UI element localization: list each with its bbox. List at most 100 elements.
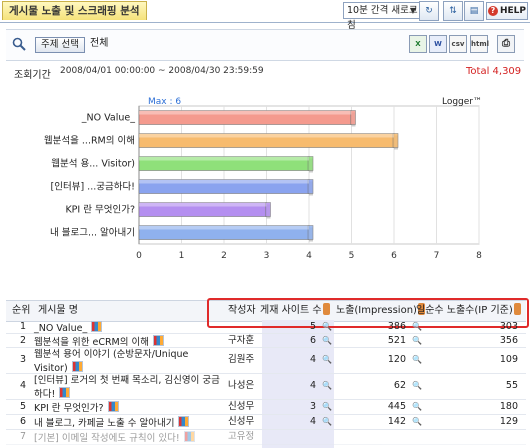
settings-grid-icon[interactable]: ▤ (464, 1, 484, 21)
rank-cell: 5 (20, 401, 27, 412)
refresh-interval-select[interactable]: 10분 간격 새로고침 ▼ (343, 2, 420, 31)
bar-highlight (139, 179, 309, 184)
post-cell[interactable]: 웹분석을 위한 eCRM의 이해 (34, 335, 224, 349)
post-cell[interactable]: 웹분석 용어 이야기 (순방문자/Unique Visitor) (34, 349, 224, 375)
subject-select-button[interactable]: 주제 선택 (35, 37, 85, 53)
daily-cell: 129 (499, 416, 518, 427)
x-tick-label: 4 (306, 251, 312, 261)
search-icon[interactable] (12, 37, 26, 51)
bar-highlight (139, 225, 309, 230)
post-title[interactable]: 내 블로그, 카페글 노출 수 알아내기 (34, 418, 174, 429)
magnifier-icon[interactable]: 🔍 (412, 401, 422, 413)
html-export-icon[interactable]: html (470, 35, 489, 53)
category-label: _NO Value_ (81, 113, 135, 124)
bar-chart-icon[interactable] (91, 321, 103, 332)
csv-export-icon[interactable]: csv (449, 35, 467, 53)
magnifier-icon[interactable]: 🔍 (322, 401, 332, 413)
help-label: HELP (499, 6, 526, 16)
rank-cell: 2 (20, 335, 27, 346)
table-row[interactable]: 5 KPI 란 무엇인가? 신성무 3 🔍 445 🔍 180 (6, 400, 526, 415)
daily-cell: 356 (499, 335, 518, 346)
rank-cell: 1 (20, 321, 27, 332)
sites-cell: 4 (309, 354, 316, 365)
bar-chart-icon[interactable] (183, 431, 195, 442)
refresh-icon[interactable]: ↻ (419, 1, 439, 21)
table-row[interactable]: 4 [인터뷰] 로거의 첫 번째 목소리, 김신영이 궁금하다! 나성은 4 🔍 62 🔍 5… (6, 374, 526, 400)
help-icon: ? (487, 6, 498, 16)
magnifier-icon[interactable]: 🔍 (322, 380, 332, 392)
impression-cell: 521 (387, 335, 406, 346)
excel-export-icon[interactable]: X (409, 35, 427, 53)
magnifier-icon[interactable]: 🔍 (322, 354, 332, 366)
table-row[interactable]: 3 웹분석 용어 이야기 (순방문자/Unique Visitor) 김원주 4 🔍 12… (6, 348, 526, 374)
period-value: 2008/04/01 00:00:00 ~ 2008/04/30 23:59:5… (60, 66, 264, 76)
post-title[interactable]: 웹분석 용어 이야기 (순방문자/Unique Visitor) (34, 349, 188, 374)
table-row[interactable]: 7 [기본] 이메일 작성에도 규칙이 있다! 고유정 (6, 430, 526, 445)
magnifier-icon[interactable]: 🔍 (322, 321, 332, 333)
author-cell: 나성은 (228, 380, 255, 391)
magnifier-icon[interactable]: 🔍 (412, 354, 422, 366)
refresh-select-value: 10분 간격 새로고침 (347, 5, 418, 31)
post-cell[interactable]: _NO Value_ (34, 321, 224, 335)
post-cell[interactable]: KPI 란 무엇인가? (34, 401, 224, 415)
x-tick-label: 3 (264, 251, 270, 261)
print-icon[interactable]: ⎙ (497, 35, 515, 53)
post-cell[interactable]: 내 블로그, 카페글 노출 수 알아내기 (34, 416, 224, 430)
x-tick-label: 6 (391, 251, 397, 261)
category-label: [인터뷰] ...궁금하다! (51, 181, 135, 193)
post-title[interactable]: 웹분석을 위한 eCRM의 이해 (34, 337, 149, 348)
word-export-icon[interactable]: W (429, 35, 447, 53)
magnifier-icon[interactable]: 🔍 (322, 416, 332, 428)
sites-cell: 4 (309, 416, 316, 427)
bar-chart-icon[interactable] (59, 387, 71, 398)
x-tick-label: 0 (136, 251, 142, 261)
category-label: KPI 란 무엇인가? (65, 204, 135, 216)
table-row[interactable]: 2 웹분석을 위한 eCRM의 이해 구자훈 6 🔍 521 🔍 356 (6, 334, 526, 348)
table-row[interactable]: 1 _NO Value_ 5 🔍 386 🔍 303 (6, 320, 526, 334)
category-label: 웹분석 용... Visitor) (51, 159, 135, 170)
bar-chart-icon[interactable] (107, 401, 119, 412)
x-tick-label: 8 (476, 251, 482, 261)
rank-cell: 4 (20, 380, 27, 391)
post-title[interactable]: _NO Value_ (34, 323, 87, 334)
sort-grid-icon[interactable]: ⇅ (443, 1, 463, 21)
bar-highlight (139, 110, 352, 115)
impression-cell: 120 (387, 354, 406, 365)
author-cell: 구자훈 (228, 335, 255, 346)
x-tick-label: 5 (349, 251, 355, 261)
bar-chart-icon[interactable] (153, 335, 164, 346)
rank-cell: 6 (20, 416, 27, 427)
bar-highlight (139, 133, 394, 138)
period-label: 조회기간 (14, 70, 51, 81)
logger-brand: Logger™ (442, 97, 482, 107)
daily-cell: 55 (505, 380, 518, 391)
help-button[interactable]: ? HELP (486, 2, 528, 20)
post-cell[interactable]: [기본] 이메일 작성에도 규칙이 있다! (34, 431, 224, 445)
col-rank[interactable]: 순위 (12, 301, 30, 321)
post-title[interactable]: KPI 란 무엇인가? (34, 403, 104, 414)
sites-cell: 3 (309, 401, 316, 412)
chevron-down-icon[interactable]: ▼ (410, 3, 416, 18)
author-cell: 신성무 (228, 401, 255, 412)
category-label: 웹분석을 ...RM의 이해 (44, 135, 135, 147)
rank-cell: 7 (20, 431, 27, 442)
col-post[interactable]: 게시물 명 (38, 301, 78, 321)
bar-chart-icon[interactable] (178, 416, 190, 427)
post-title[interactable]: [기본] 이메일 작성에도 규칙이 있다! (34, 433, 180, 444)
x-tick-label: 2 (221, 251, 227, 261)
table-row[interactable]: 6 내 블로그, 카페글 노출 수 알아내기 신성무 4 🔍 142 🔍 129 (6, 415, 526, 430)
magnifier-icon[interactable]: 🔍 (412, 380, 422, 392)
magnifier-icon[interactable]: 🔍 (412, 416, 422, 428)
magnifier-icon[interactable]: 🔍 (322, 335, 332, 347)
magnifier-icon[interactable]: 🔍 (412, 335, 422, 347)
impression-cell: 62 (393, 380, 406, 391)
max-label: Max : 6 (148, 97, 181, 107)
bar-chart-icon[interactable] (71, 361, 83, 372)
page-title: 게시물 노출 및 스크래핑 분석 (2, 1, 147, 20)
x-tick-label: 7 (434, 251, 440, 261)
author-cell: 신성무 (228, 416, 255, 427)
bar-highlight (139, 202, 267, 207)
x-tick-label: 1 (179, 251, 185, 261)
magnifier-icon[interactable]: 🔍 (412, 321, 422, 333)
post-cell[interactable]: [인터뷰] 로거의 첫 번째 목소리, 김신영이 궁금하다! (34, 375, 224, 401)
